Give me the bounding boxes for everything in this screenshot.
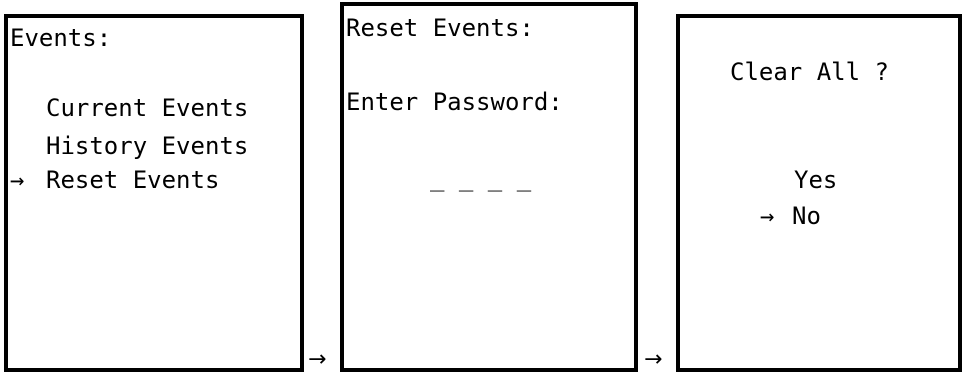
clear-all-confirm-screen: Clear All ? Yes → No (676, 14, 962, 372)
events-title: Events: (10, 24, 112, 52)
reset-events-password-screen: Reset Events: Enter Password: _ _ _ _ (340, 2, 638, 372)
selection-arrow-icon: → (10, 166, 25, 194)
menu-item-reset-events[interactable]: Reset Events (46, 166, 219, 194)
clear-all-prompt: Clear All ? (730, 58, 889, 86)
selection-arrow-icon: → (760, 202, 775, 230)
reset-events-title: Reset Events: (346, 14, 534, 42)
password-field[interactable]: _ _ _ _ (430, 164, 531, 192)
enter-password-prompt: Enter Password: (346, 88, 563, 116)
menu-item-history-events[interactable]: History Events (46, 132, 248, 160)
flow-arrow-icon: → (644, 347, 663, 372)
option-no[interactable]: No (792, 202, 821, 230)
events-menu-screen: Events: Current Events History Events → … (4, 14, 304, 372)
option-yes[interactable]: Yes (794, 166, 837, 194)
flow-arrow-icon: → (308, 347, 327, 372)
menu-item-current-events[interactable]: Current Events (46, 94, 248, 122)
